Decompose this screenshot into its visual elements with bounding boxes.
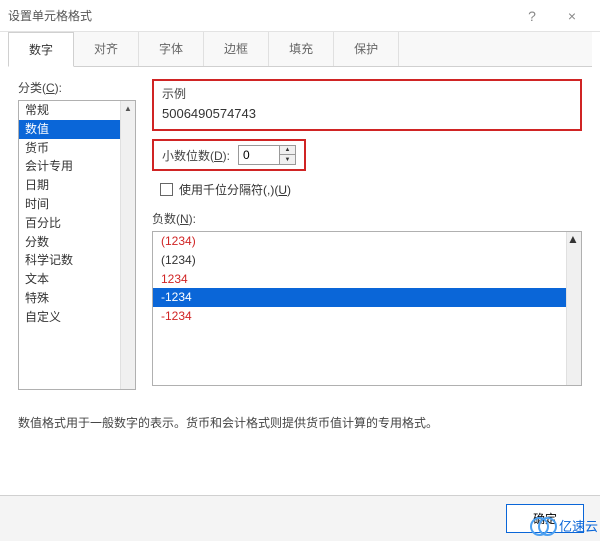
category-item-date[interactable]: 日期 — [19, 176, 135, 195]
negative-label: 负数(N): — [152, 210, 582, 227]
ok-button[interactable]: 确定 — [506, 504, 584, 533]
tab-fill[interactable]: 填充 — [269, 32, 334, 66]
example-value: 5006490574743 — [154, 104, 580, 123]
negative-item[interactable]: 1234 — [153, 270, 581, 289]
tab-font[interactable]: 字体 — [139, 32, 204, 66]
thousands-label: 使用千位分隔符(,)(U) — [179, 181, 291, 198]
negative-item[interactable]: (1234) — [153, 251, 581, 270]
decimals-box: 小数位数(D): ▲ ▼ — [152, 139, 306, 171]
category-item-text[interactable]: 文本 — [19, 270, 135, 289]
category-item-custom[interactable]: 自定义 — [19, 308, 135, 327]
thousands-row: 使用千位分隔符(,)(U) — [152, 181, 582, 198]
category-column: 分类(C): 常规 数值 货币 会计专用 日期 时间 百分比 分数 科学记数 文… — [18, 79, 136, 390]
window-title: 设置单元格格式 — [8, 7, 512, 24]
format-description: 数值格式用于一般数字的表示。货币和会计格式则提供货币值计算的专用格式。 — [0, 402, 600, 443]
negative-item[interactable]: -1234 — [153, 307, 581, 326]
close-button[interactable]: × — [552, 0, 592, 32]
example-label: 示例 — [154, 85, 580, 104]
tab-alignment[interactable]: 对齐 — [74, 32, 139, 66]
category-item-general[interactable]: 常规 — [19, 101, 135, 120]
negative-item[interactable]: -1234 — [153, 288, 581, 307]
category-label: 分类(C): — [18, 79, 136, 96]
decimals-spinner[interactable]: ▲ ▼ — [238, 145, 296, 165]
help-button[interactable]: ? — [512, 0, 552, 32]
spinner-up-icon[interactable]: ▲ — [280, 146, 295, 155]
negative-scrollbar[interactable]: ▲ — [566, 232, 581, 385]
content-area: 分类(C): 常规 数值 货币 会计专用 日期 时间 百分比 分数 科学记数 文… — [0, 67, 600, 402]
decimals-label: 小数位数(D): — [162, 147, 230, 164]
negative-item[interactable]: (1234) — [153, 232, 581, 251]
spinner-down-icon[interactable]: ▼ — [280, 155, 295, 164]
category-item-currency[interactable]: 货币 — [19, 139, 135, 158]
category-item-accounting[interactable]: 会计专用 — [19, 157, 135, 176]
tab-border[interactable]: 边框 — [204, 32, 269, 66]
example-box: 示例 5006490574743 — [152, 79, 582, 131]
category-list[interactable]: 常规 数值 货币 会计专用 日期 时间 百分比 分数 科学记数 文本 特殊 自定… — [18, 100, 136, 390]
category-item-fraction[interactable]: 分数 — [19, 233, 135, 252]
scroll-up-icon[interactable]: ▲ — [121, 101, 135, 116]
decimals-input[interactable] — [239, 146, 279, 164]
category-item-percentage[interactable]: 百分比 — [19, 214, 135, 233]
negative-list[interactable]: (1234) (1234) 1234 -1234 -1234 ▲ — [152, 231, 582, 386]
tab-protection[interactable]: 保护 — [334, 32, 399, 66]
tab-strip: 数字 对齐 字体 边框 填充 保护 — [8, 32, 592, 67]
category-item-number[interactable]: 数值 — [19, 120, 135, 139]
category-item-special[interactable]: 特殊 — [19, 289, 135, 308]
category-item-scientific[interactable]: 科学记数 — [19, 251, 135, 270]
scroll-up-icon[interactable]: ▲ — [567, 232, 581, 246]
thousands-checkbox[interactable] — [160, 183, 173, 196]
category-scrollbar[interactable]: ▲ — [120, 101, 135, 389]
category-item-time[interactable]: 时间 — [19, 195, 135, 214]
titlebar: 设置单元格格式 ? × — [0, 0, 600, 32]
button-bar: 确定 — [0, 495, 600, 541]
tab-number[interactable]: 数字 — [8, 32, 74, 67]
settings-column: 示例 5006490574743 小数位数(D): ▲ ▼ 使用千位分隔符(,)… — [152, 79, 582, 390]
